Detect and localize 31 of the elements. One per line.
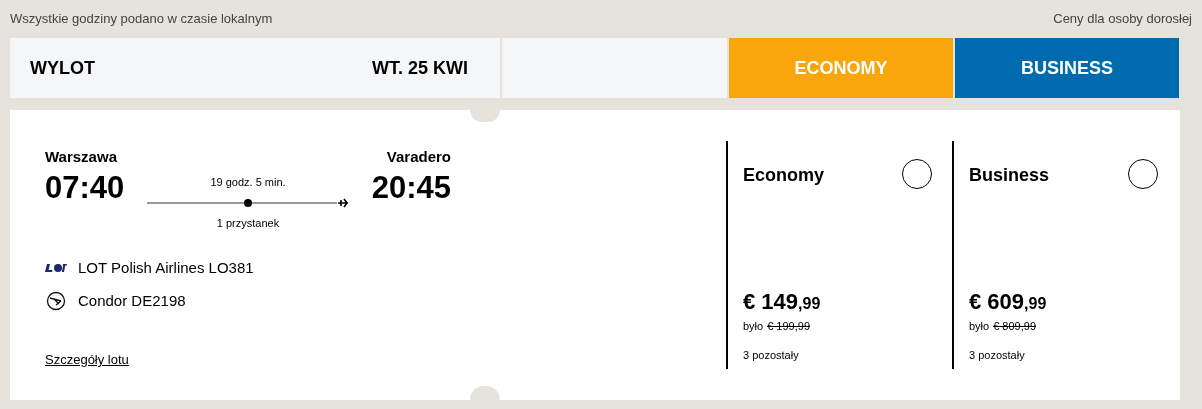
was-label: było bbox=[743, 319, 764, 334]
fare-name: Economy bbox=[743, 164, 825, 187]
seats-remaining: 3 pozostały bbox=[743, 347, 800, 363]
adult-price-note: Ceny dla osoby dorosłej bbox=[1053, 10, 1192, 29]
fare-price-cents: ,99 bbox=[1024, 294, 1047, 314]
timezone-note: Wszystkie godziny podano w czasie lokalnym bbox=[10, 10, 273, 29]
fare-price-cents: ,99 bbox=[798, 294, 821, 314]
flight-details-link[interactable]: Szczegóły lotu bbox=[45, 350, 129, 370]
departure-label: WYLOT bbox=[30, 56, 95, 80]
arrival-city: Varadero bbox=[386, 147, 451, 167]
old-price: € 809,99 bbox=[993, 319, 1036, 334]
was-label: było bbox=[969, 319, 990, 334]
seats-remaining: 3 pozostały bbox=[969, 347, 1026, 363]
ticket-notch bbox=[470, 110, 500, 122]
old-price: € 199,99 bbox=[767, 319, 810, 334]
departure-city: Warszawa bbox=[45, 147, 118, 167]
airline-logo-icon bbox=[45, 263, 67, 274]
ticket-notch bbox=[470, 386, 500, 400]
arrival-time: 20:45 bbox=[371, 168, 451, 207]
flight-duration: 19 godz. 5 min. bbox=[210, 175, 286, 190]
stops-count: 1 przystanek bbox=[216, 215, 280, 231]
departure-date: WT. 25 KWI bbox=[372, 56, 468, 80]
fare-price: € 609 bbox=[969, 288, 1025, 316]
fare-name: Business bbox=[969, 164, 1050, 187]
fare-price: € 149 bbox=[743, 288, 799, 316]
carrier-name: Condor DE2198 bbox=[78, 290, 186, 311]
carrier-name: LOT Polish Airlines LO381 bbox=[78, 258, 254, 278]
cabin-header: BUSINESS bbox=[955, 38, 1179, 98]
cabin-header: ECONOMY bbox=[729, 38, 953, 98]
bird-circle-icon bbox=[46, 290, 66, 311]
departure-time: 07:40 bbox=[45, 168, 125, 207]
